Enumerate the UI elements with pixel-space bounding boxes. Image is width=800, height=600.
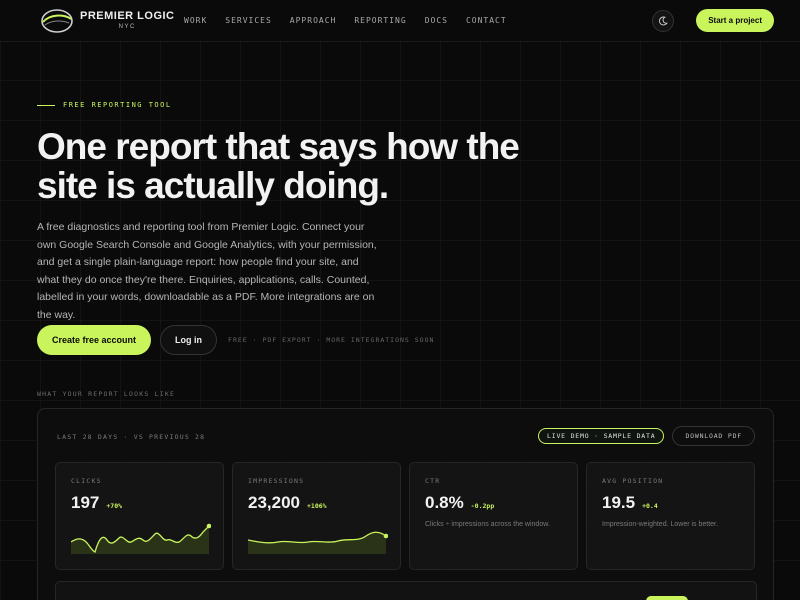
eyebrow-text: FREE REPORTING TOOL [63,101,172,109]
card-note: Clicks ÷ impressions across the window. [425,521,550,528]
metric-card-impressions: IMPRESSIONS 23,200 +106% [232,462,401,570]
cta-note: FREE · PDF EXPORT · MORE INTEGRATIONS SO… [228,336,435,344]
logo-name: PREMIER LOGIC [80,10,175,22]
start-project-button[interactable]: Start a project [696,9,774,32]
card-delta: -0.2pp [470,502,495,510]
card-value: 0.8% [425,493,464,512]
nav-link-approach[interactable]: APPROACH [290,16,337,25]
report-bottom-strip [55,581,757,600]
theme-toggle-button[interactable] [652,9,675,32]
card-note: Impression-weighted. Lower is better. [602,521,718,528]
nav-link-reporting[interactable]: REPORTING [354,16,406,25]
report-period: LAST 28 DAYS · VS PREVIOUS 28 [57,433,206,441]
section-label: WHAT YOUR REPORT LOOKS LIKE [37,390,176,398]
create-account-button[interactable]: Create free account [37,325,152,355]
login-button[interactable]: Log in [160,325,218,355]
metric-card-avg-position: AVG POSITION 19.5 +0.4 Impression-weight… [586,462,755,570]
card-label: AVG POSITION [602,477,664,485]
card-label: IMPRESSIONS [248,477,305,485]
card-label: CLICKS [71,477,102,485]
card-delta: +70% [106,502,123,510]
metric-card-clicks: CLICKS 197 +70% [55,462,224,570]
clicks-sparkline [71,523,211,554]
live-demo-badge: LIVE DEMO · SAMPLE DATA [538,428,665,444]
logo-mark-icon [41,8,73,33]
download-pdf-button[interactable]: DOWNLOAD PDF [672,426,755,446]
logo-sub: NYC [118,24,136,30]
eyebrow-line [37,104,55,106]
logo[interactable]: PREMIER LOGIC NYC [40,8,180,34]
report-preview-panel: LAST 28 DAYS · VS PREVIOUS 28 LIVE DEMO … [37,408,774,600]
card-delta: +0.4 [642,502,658,510]
hero-description: A free diagnostics and reporting tool fr… [37,221,377,321]
nav-link-services[interactable]: SERVICES [225,16,272,25]
card-label: CTR [425,477,441,485]
card-value: 197 [71,493,100,512]
metric-cards: CLICKS 197 +70% IMPRESSIONS 23,200 +106% [55,462,755,570]
nav-link-work[interactable]: WORK [184,16,207,25]
card-delta: +106% [307,502,327,510]
card-value: 23,200 [248,493,300,512]
impressions-sparkline [248,531,388,554]
eyebrow: FREE REPORTING TOOL [37,101,172,109]
nav-links: WORK SERVICES APPROACH REPORTING DOCS CO… [184,16,507,25]
cta-row: Create free account Log in FREE · PDF EX… [37,325,434,355]
moon-icon [659,16,668,25]
card-value: 19.5 [602,493,636,512]
nav-link-contact[interactable]: CONTACT [466,16,507,25]
top-nav: PREMIER LOGIC NYC WORK SERVICES APPROACH… [0,0,800,42]
strip-toggle[interactable] [646,596,688,600]
hero-title: One report that says how the site is act… [37,126,520,206]
metric-card-ctr: CTR 0.8% -0.2pp Clicks ÷ impressions acr… [409,462,578,570]
nav-link-docs[interactable]: DOCS [425,16,448,25]
